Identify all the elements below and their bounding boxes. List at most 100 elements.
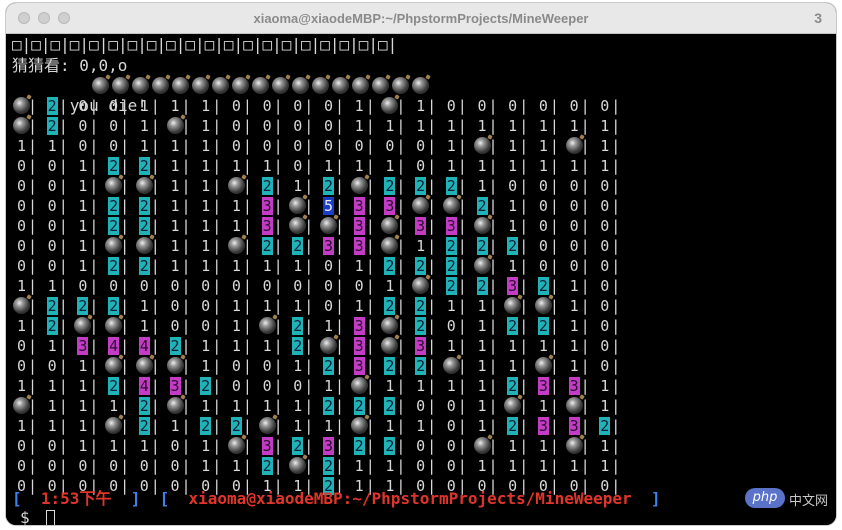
grid-cell: 1 |	[8, 416, 39, 436]
cell-separator: |	[242, 357, 252, 375]
cell-value: 1	[16, 137, 27, 155]
grid-cell: 0 |	[192, 276, 223, 296]
grid-cell: 2 |	[131, 256, 162, 276]
cell-value: 0	[600, 177, 610, 195]
cell-separator: |	[120, 257, 130, 275]
cell-value: 1	[139, 117, 149, 135]
cell-separator: |	[120, 417, 130, 435]
cell-separator: |	[150, 457, 160, 475]
grid-cell: 2 |	[192, 376, 223, 396]
cell-separator: |	[488, 97, 498, 115]
grid-cell: |	[131, 356, 162, 376]
command-line[interactable]: $	[20, 508, 30, 525]
grid-cell: 3 |	[530, 376, 561, 396]
grid-cell: 1 |	[8, 136, 39, 156]
cell-separator: |	[580, 437, 590, 455]
cell-separator: |	[120, 237, 130, 255]
grid-cell: 2 |	[438, 276, 469, 296]
cell-value: 1	[569, 117, 579, 135]
grid-cell: 1 |	[469, 396, 500, 416]
cell-separator: |	[365, 137, 375, 155]
grid-cell: |	[131, 236, 162, 256]
grid-cell: 1 |	[192, 216, 223, 236]
cell-value: 1	[231, 317, 241, 335]
grid-cell: 1 |	[69, 436, 100, 456]
grid-cell: 2 |	[100, 296, 131, 316]
cell-separator: |	[28, 237, 38, 255]
cell-separator: |	[549, 277, 559, 295]
cell-separator: |	[28, 457, 38, 475]
title-bar[interactable]: xiaoma@xiaodeMBP:~/PhpstormProjects/Mine…	[6, 3, 836, 34]
grid-cell: 0 |	[39, 256, 70, 276]
grid-cell: 3 |	[254, 436, 285, 456]
cell-separator: |	[396, 337, 406, 355]
cell-value: 0	[354, 137, 364, 155]
cell-value: 1	[508, 457, 518, 475]
grid-cell: 2 |	[284, 236, 315, 256]
cell-separator: |	[580, 277, 590, 295]
grid-cell: 2 |	[284, 336, 315, 356]
cell-separator: |	[212, 217, 222, 235]
grid-cell: 0 |	[438, 96, 469, 116]
terminal-output[interactable]: □|□|□|□|□|□|□|□|□|□|□|□|□|□|□|□|□|□|□|□|…	[6, 34, 836, 525]
cell-value: 1	[385, 377, 395, 395]
cell-separator: |	[427, 117, 437, 135]
cell-value: 1	[446, 297, 456, 315]
grid-cell: 0 |	[39, 176, 70, 196]
grid-cell: 1 |	[530, 116, 561, 136]
cell-separator: |	[28, 97, 38, 115]
cell-separator: |	[457, 197, 467, 215]
grid-cell: 0 |	[591, 176, 622, 196]
grid-cell: 1 |	[499, 336, 530, 356]
cell-separator: |	[396, 217, 406, 235]
cell-separator: |	[120, 217, 130, 235]
cell-separator: |	[212, 237, 222, 255]
cell-value: 2	[384, 357, 396, 375]
cell-separator: |	[457, 177, 467, 195]
cell-value: 1	[477, 397, 487, 415]
cell-separator: |	[365, 257, 375, 275]
cell-separator: |	[335, 397, 345, 415]
cell-separator: |	[549, 157, 559, 175]
cell-separator: |	[120, 277, 130, 295]
cell-value: 1	[16, 377, 27, 395]
grid-cell: 0 |	[315, 256, 346, 276]
cell-separator: |	[304, 97, 314, 115]
grid-cell: 0 |	[39, 196, 70, 216]
grid-cell: 0 |	[162, 436, 193, 456]
grid-cell: |	[223, 176, 254, 196]
prompt-time: 1:53下午	[40, 489, 112, 508]
grid-cell: 0 |	[561, 236, 592, 256]
cell-value: 1	[78, 417, 88, 435]
grid-cell: 0 |	[254, 356, 285, 376]
grid-cell: |	[284, 196, 315, 216]
cell-separator: |	[335, 217, 345, 235]
cell-value: 0	[47, 437, 57, 455]
cell-separator: |	[611, 437, 621, 455]
cell-value: 1	[600, 377, 610, 395]
grid-cell: 3 |	[315, 436, 346, 456]
cell-value: 1	[477, 357, 487, 375]
grid-cell: 3 |	[499, 276, 530, 296]
cell-separator: |	[181, 237, 191, 255]
cell-separator: |	[181, 197, 191, 215]
cell-value: 2	[292, 317, 304, 335]
cell-value: 1	[354, 97, 364, 115]
cell-value: 0	[323, 297, 334, 315]
cell-value: 1	[170, 257, 180, 275]
grid-cell: 1 |	[254, 396, 285, 416]
cell-value: 0	[569, 97, 579, 115]
cell-separator: |	[58, 177, 68, 195]
grid-cell: 3 |	[561, 376, 592, 396]
cell-value: 2	[415, 297, 427, 315]
cell-separator: |	[304, 297, 314, 315]
grid-cell: 2 |	[376, 256, 407, 276]
cell-value: 1	[354, 297, 364, 315]
cell-separator: |	[427, 137, 437, 155]
grid-cell: 0 |	[438, 456, 469, 476]
cell-value: 0	[600, 337, 610, 355]
cell-value: 1	[293, 257, 303, 275]
grid-cell: 0 |	[315, 116, 346, 136]
cell-value: 0	[78, 117, 88, 135]
grid-cell: 1 |	[530, 336, 561, 356]
